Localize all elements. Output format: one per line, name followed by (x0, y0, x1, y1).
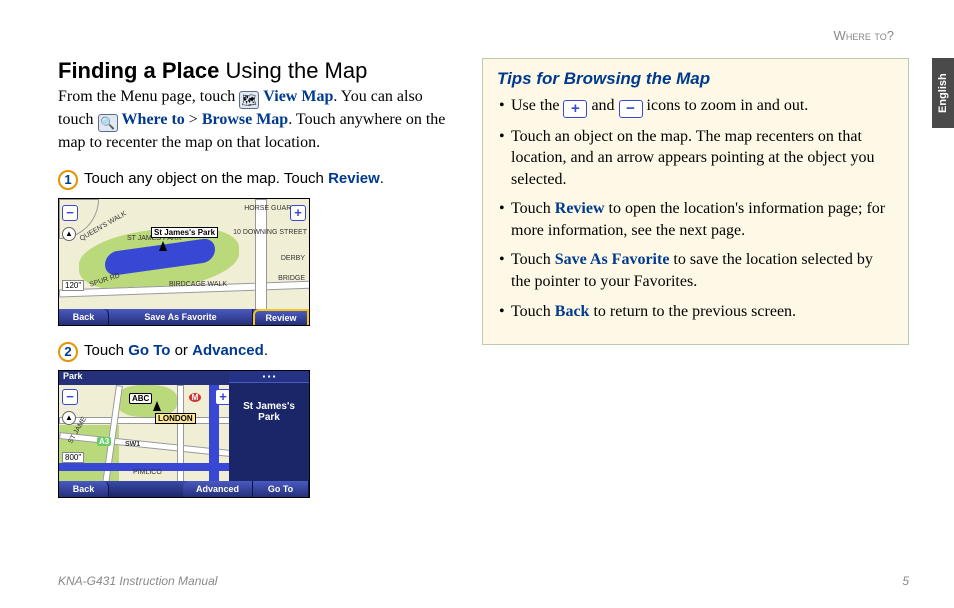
tips-title: Tips for Browsing the Map (497, 69, 894, 89)
magnifier-icon: 🔍 (98, 114, 118, 132)
intro-paragraph: From the Menu page, touch 🗺 View Map. Yo… (58, 86, 458, 154)
side-panel-header: ▪ ▪ ▪ (229, 371, 309, 383)
tip-2: Touch an object on the map. The map rece… (497, 126, 894, 191)
page-content: Finding a Place Using the Map From the M… (58, 58, 909, 498)
tip1-c: icons to zoom in and out. (643, 97, 809, 114)
review-label: Review (328, 170, 380, 187)
advanced-button[interactable]: Advanced (183, 481, 253, 497)
footer-manual-name: KNA-G431 Instruction Manual (58, 574, 217, 588)
where-to-label: Where to (122, 111, 185, 128)
tips-box: Tips for Browsing the Map Use the + and … (482, 58, 909, 345)
tip4-save: Save As Favorite (555, 251, 670, 268)
tip1-a: Use the (511, 97, 563, 114)
compass-icon: ▲ (62, 227, 76, 241)
zoom-out-icon[interactable]: − (62, 389, 78, 405)
map2-top-bar: Park (59, 371, 229, 385)
compass-icon: ▲ (62, 411, 76, 425)
map-screenshot-2: Park LONDON SW1 PIMLICO ST JAME A3 ABC M… (58, 370, 310, 498)
page-footer: KNA-G431 Instruction Manual 5 (58, 574, 909, 588)
tip-3: Touch Review to open the location's info… (497, 198, 894, 241)
tip3-review: Review (555, 200, 605, 217)
gt-sep: > (185, 111, 202, 128)
map2-lbl-london: LONDON (155, 413, 196, 424)
map1-body: HORSE GUARDS 10 DOWNING STREET DERBY BRI… (59, 199, 309, 311)
map1-toolbar: Back Save As Favorite Review (59, 309, 309, 325)
tip5-a: Touch (511, 303, 555, 320)
tip3-a: Touch (511, 200, 555, 217)
tip-5: Touch Back to return to the previous scr… (497, 301, 894, 323)
intro-text-1: From the Menu page, touch (58, 88, 239, 105)
tips-list: Use the + and − icons to zoom in and out… (497, 95, 894, 322)
zoom-in-icon[interactable]: + (290, 205, 306, 221)
map1-scale: 120" (62, 280, 84, 291)
map-icon: 🗺 (239, 91, 259, 109)
tip5-back: Back (555, 303, 590, 320)
map-screenshot-1: HORSE GUARDS 10 DOWNING STREET DERBY BRI… (58, 198, 310, 326)
step-number-2: 2 (58, 342, 78, 362)
title-part-b: Using the Map (226, 58, 368, 83)
goto-label: Go To (128, 342, 170, 359)
back-button[interactable]: Back (59, 309, 109, 325)
zoom-out-icon[interactable]: − (62, 205, 78, 221)
map2-scale: 800" (62, 452, 84, 463)
goto-button[interactable]: Go To (253, 481, 309, 497)
map2-lbl-m: M (189, 393, 201, 402)
step1-c: . (380, 170, 384, 187)
map2-lbl-abc: ABC (129, 393, 152, 404)
minus-icon: − (619, 100, 643, 118)
view-map-label: View Map (263, 88, 333, 105)
step1-a: Touch any object on the map. Touch (84, 170, 328, 187)
step-2-text: Touch Go To or Advanced. (84, 342, 268, 359)
footer-page-number: 5 (902, 574, 909, 588)
step-number-1: 1 (58, 170, 78, 190)
title-part-a: Finding a Place (58, 58, 219, 83)
step2-e: . (264, 342, 268, 359)
tip4-a: Touch (511, 251, 555, 268)
tip-4: Touch Save As Favorite to save the locat… (497, 249, 894, 292)
map1-lbl-downing: 10 DOWNING STREET (233, 229, 307, 236)
map1-place-label: St James's Park (151, 227, 218, 238)
review-button[interactable]: Review (253, 309, 309, 325)
back-button[interactable]: Back (59, 481, 109, 497)
advanced-label: Advanced (192, 342, 264, 359)
tip5-c: to return to the previous screen. (589, 303, 796, 320)
language-tab: English (932, 58, 954, 128)
browse-map-label: Browse Map (202, 111, 288, 128)
tip1-b: and (587, 97, 618, 114)
map2-toolbar: Back Advanced Go To (59, 481, 309, 497)
save-favorite-button[interactable]: Save As Favorite (109, 309, 253, 325)
step-2: 2 Touch Go To or Advanced. (58, 342, 458, 362)
map2-lbl-pimlico: PIMLICO (133, 469, 162, 476)
step2-c: or (170, 342, 192, 359)
step-1: 1 Touch any object on the map. Touch Rev… (58, 170, 458, 190)
page-title: Finding a Place Using the Map (58, 58, 458, 84)
plus-icon: + (563, 100, 587, 118)
step2-a: Touch (84, 342, 128, 359)
map2-body: Park LONDON SW1 PIMLICO ST JAME A3 ABC M… (59, 371, 309, 483)
map1-lbl-derby: DERBY (281, 255, 305, 262)
right-column: Tips for Browsing the Map Use the + and … (482, 58, 909, 498)
section-breadcrumb: Where to? (834, 28, 894, 43)
side-panel-place: St James's Park (229, 383, 309, 441)
map1-lbl-bridge: BRIDGE (278, 275, 305, 282)
left-column: Finding a Place Using the Map From the M… (58, 58, 458, 498)
map2-lbl-a3: A3 (97, 437, 111, 446)
tip-1: Use the + and − icons to zoom in and out… (497, 95, 894, 118)
step-1-text: Touch any object on the map. Touch Revie… (84, 170, 384, 187)
map1-lbl-birdcage: BIRDCAGE WALK (169, 281, 227, 288)
map2-lbl-sw1: SW1 (125, 441, 140, 448)
map2-side-panel: ▪ ▪ ▪ St James's Park (229, 371, 309, 483)
